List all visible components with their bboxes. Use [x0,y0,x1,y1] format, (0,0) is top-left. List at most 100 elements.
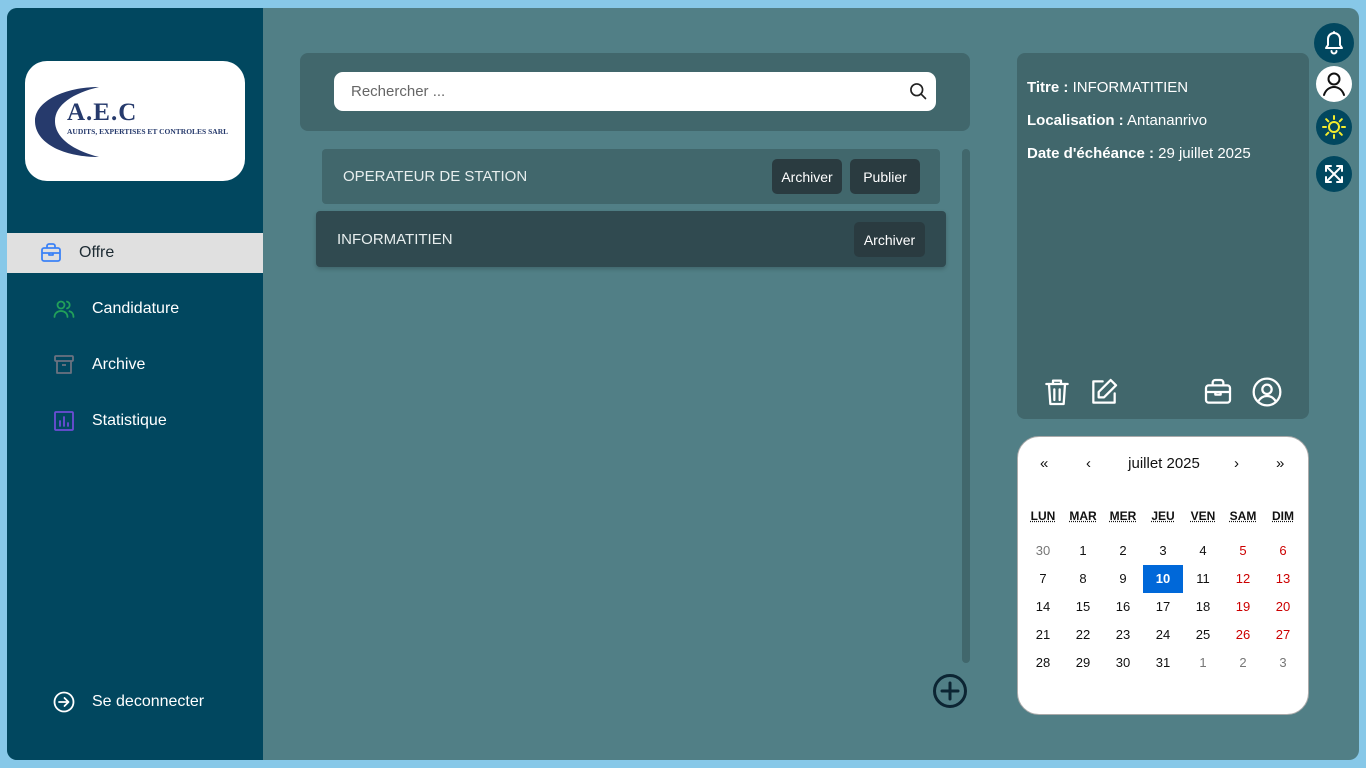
detail-title-row: Titre : INFORMATITIEN [1027,79,1188,96]
calendar-next-year-button[interactable]: » [1276,455,1284,472]
calendar-day[interactable]: 1 [1063,537,1103,565]
detail-title-value: INFORMATITIEN [1072,79,1189,96]
detail-location-value: Antananrivo [1127,112,1208,129]
detail-location-label: Localisation : [1027,112,1124,129]
search-icon[interactable] [908,81,928,101]
user-icon [1323,72,1345,96]
sidebar-item-label: Archive [92,356,146,373]
edit-icon[interactable] [1088,376,1120,408]
calendar-day[interactable]: 30 [1103,649,1143,677]
search-input[interactable] [334,72,894,111]
calendar-weekday-header: SAM [1229,509,1257,523]
calendar-day[interactable]: 21 [1023,621,1063,649]
calendar-day[interactable]: 5 [1223,537,1263,565]
calendar-day[interactable]: 9 [1103,565,1143,593]
sidebar-item-offre[interactable]: Offre [7,233,263,273]
calendar-day[interactable]: 28 [1023,649,1063,677]
sidebar-item-candidature[interactable]: Candidature [7,289,263,329]
detail-title-label: Titre : [1027,79,1069,96]
company-logo: A.E.C AUDITS, EXPERTISES ET CONTROLES SA… [25,61,245,181]
calendar-day[interactable]: 7 [1023,565,1063,593]
calendar-day[interactable]: 31 [1143,649,1183,677]
detail-deadline-value: 29 juillet 2025 [1158,145,1251,162]
logo-abbreviation: A.E.C [67,99,138,126]
search-panel [300,53,970,131]
calendar-weekday-header: LUN [1030,509,1056,523]
bell-icon [1325,31,1343,55]
calendar-day[interactable]: 2 [1223,649,1263,677]
logo-subtitle: AUDITS, EXPERTISES ET CONTROLES SARL [67,127,229,136]
sidebar-item-label: Offre [79,244,115,261]
archive-button[interactable]: Archiver [772,159,842,194]
calendar-weekday-header: DIM [1272,509,1294,523]
job-title: OPERATEUR DE STATION [343,168,528,185]
sidebar-item-archive[interactable]: Archive [7,345,263,385]
calendar-day[interactable]: 13 [1263,565,1303,593]
calendar-day[interactable]: 3 [1263,649,1303,677]
calendar-day[interactable]: 27 [1263,621,1303,649]
calendar-month-label[interactable]: juillet 2025 [1018,455,1310,472]
calendar-weekday-header: MAR [1069,509,1097,523]
calendar-day[interactable]: 20 [1263,593,1303,621]
job-list-scrollbar[interactable] [962,149,970,663]
calendar-day[interactable]: 6 [1263,537,1303,565]
theme-toggle-button[interactable] [1316,109,1352,145]
calendar-day[interactable]: 24 [1143,621,1183,649]
detail-deadline-row: Date d'échéance : 29 juillet 2025 [1027,145,1251,162]
calendar-day[interactable]: 17 [1143,593,1183,621]
profile-button[interactable] [1316,66,1352,102]
calendar-day[interactable]: 4 [1183,537,1223,565]
sidebar: A.E.C AUDITS, EXPERTISES ET CONTROLES SA… [7,8,263,760]
sidebar-item-statistique[interactable]: Statistique [7,401,263,441]
calendar-day[interactable]: 23 [1103,621,1143,649]
calendar-day[interactable]: 30 [1023,537,1063,565]
calendar-day[interactable]: 1 [1183,649,1223,677]
calendar-day[interactable]: 16 [1103,593,1143,621]
calendar-day[interactable]: 10 [1143,565,1183,593]
calendar-day[interactable]: 26 [1223,621,1263,649]
job-item-operateur[interactable]: OPERATEUR DE STATION Archiver Publier [322,149,940,204]
sidebar-item-label: Statistique [92,412,167,429]
user-circle-icon[interactable] [1251,376,1283,408]
calendar-day[interactable]: 18 [1183,593,1223,621]
users-icon [53,300,75,318]
calendar-day[interactable]: 25 [1183,621,1223,649]
calendar-day[interactable]: 8 [1063,565,1103,593]
briefcase-icon [41,243,61,262]
calendar-day[interactable]: 19 [1223,593,1263,621]
calendar-next-month-button[interactable]: › [1234,455,1239,472]
trash-icon[interactable] [1041,376,1073,408]
logout-icon [53,691,75,713]
publish-button[interactable]: Publier [850,159,920,194]
calendar-day[interactable]: 29 [1063,649,1103,677]
detail-deadline-label: Date d'échéance : [1027,145,1154,162]
app-frame: A.E.C AUDITS, EXPERTISES ET CONTROLES SA… [7,8,1359,760]
calendar-day[interactable]: 2 [1103,537,1143,565]
calendar-day[interactable]: 11 [1183,565,1223,593]
logout-label: Se deconnecter [92,693,205,710]
job-item-informatitien[interactable]: INFORMATITIEN Archiver [316,211,946,267]
calendar: « ‹ juillet 2025 › » LUN MAR MER JEU VEN SAM D… [1017,436,1309,715]
calendar-day[interactable]: 22 [1063,621,1103,649]
sun-icon [1322,115,1346,139]
sidebar-nav: Offre Candidature Archive Statistique [7,233,263,457]
fullscreen-button[interactable] [1316,156,1352,192]
briefcase-icon[interactable] [1202,376,1234,408]
detail-location-row: Localisation : Antananrivo [1027,112,1207,129]
calendar-day[interactable]: 3 [1143,537,1183,565]
bar-chart-icon [54,411,74,431]
search-box [334,72,936,111]
calendar-day[interactable]: 15 [1063,593,1103,621]
add-offer-button[interactable] [932,673,968,709]
expand-icon [1325,165,1343,183]
calendar-weekday-header: JEU [1151,509,1175,523]
archive-button[interactable]: Archiver [854,222,925,257]
calendar-day[interactable]: 14 [1023,593,1063,621]
job-title: INFORMATITIEN [337,230,453,248]
notifications-button[interactable] [1314,23,1354,63]
calendar-day[interactable]: 12 [1223,565,1263,593]
calendar-weekday-header: MER [1109,509,1137,523]
offer-detail-panel: Titre : INFORMATITIEN Localisation : Ant… [1017,53,1309,419]
archive-box-icon [54,355,74,374]
logout-button[interactable]: Se deconnecter [7,682,263,722]
